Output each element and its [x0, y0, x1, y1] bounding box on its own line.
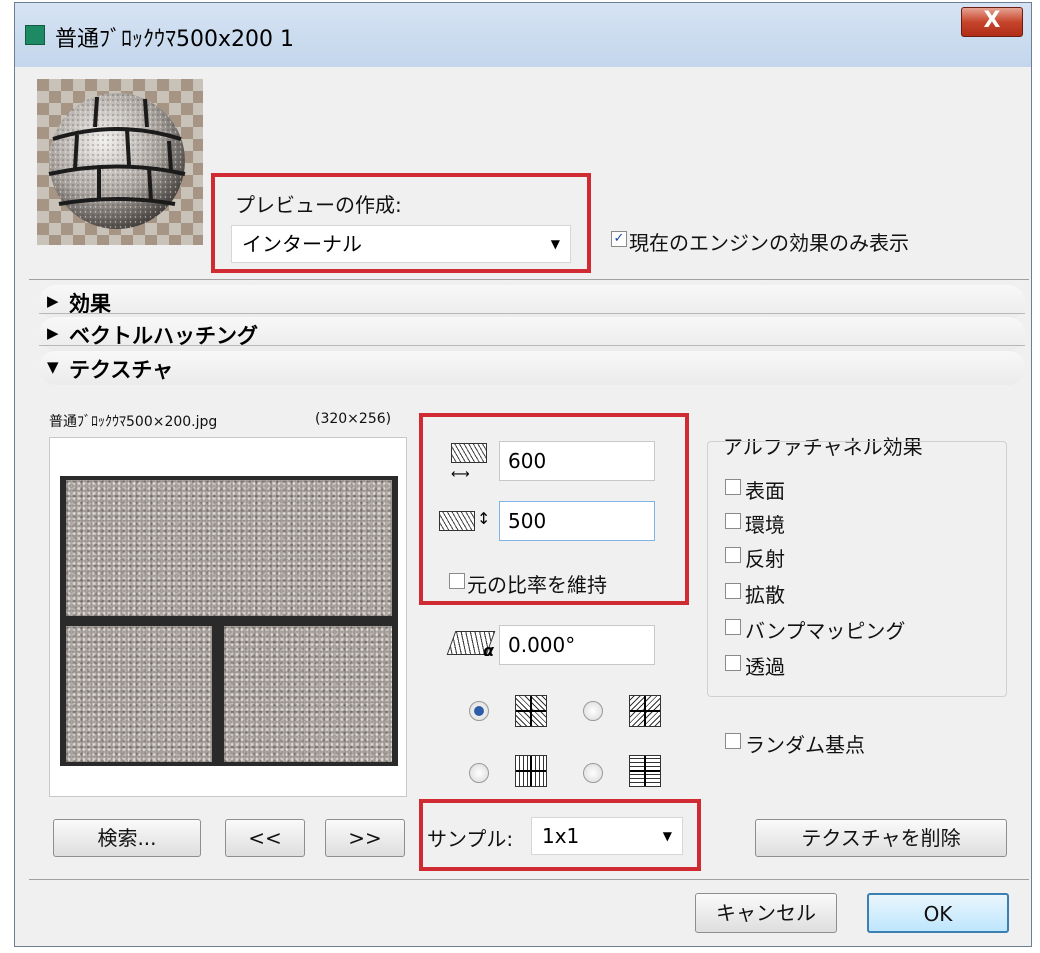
collapse-arrow-icon: ▼	[47, 358, 59, 376]
mirror-none-icon	[515, 695, 547, 727]
alpha-ambient-label: 環境	[745, 513, 785, 537]
sample-label: サンプル:	[427, 827, 514, 851]
current-engine-only-label: 現在のエンジンの効果のみ表示	[629, 231, 909, 255]
mirror-y-icon	[515, 755, 547, 787]
section-texture[interactable]: ▼ テクスチャ	[39, 351, 1025, 385]
mirror-option-2-radio[interactable]	[583, 701, 603, 721]
previous-texture-button[interactable]: <<	[225, 819, 305, 857]
texture-height-icon	[439, 511, 475, 531]
alpha-surface-checkbox[interactable]	[725, 479, 741, 495]
alpha-reflection-label: 反射	[745, 547, 785, 571]
preview-engine-select[interactable]: インターナル ▼	[231, 225, 571, 263]
alpha-diffuse-label: 拡散	[745, 583, 785, 607]
search-texture-button[interactable]: 検索...	[53, 819, 201, 857]
app-icon	[25, 25, 45, 45]
alpha-symbol-icon: α	[483, 641, 494, 660]
delete-texture-button[interactable]: テクスチャを削除	[755, 819, 1007, 857]
alpha-reflection-checkbox[interactable]	[725, 547, 741, 563]
sample-select[interactable]: 1x1 ▼	[531, 817, 683, 855]
alpha-bump-mapping-checkbox[interactable]	[725, 619, 741, 635]
expand-arrow-icon: ▶	[47, 292, 59, 310]
horizontal-arrow-icon: ⟷	[451, 467, 470, 482]
rotation-angle-input[interactable]: 0.000°	[499, 625, 655, 665]
keep-ratio-label: 元の比率を維持	[467, 573, 607, 597]
keep-ratio-checkbox[interactable]	[449, 573, 465, 589]
preview-create-label: プレビューの作成:	[235, 193, 402, 217]
title-bar: 普通ﾌﾞﾛｯｸｳﾏ500x200 1 X	[15, 3, 1031, 67]
alpha-ambient-checkbox[interactable]	[725, 513, 741, 529]
mirror-option-4-radio[interactable]	[583, 763, 603, 783]
texture-width-icon	[451, 443, 487, 463]
alpha-surface-label: 表面	[745, 479, 785, 503]
mirror-option-3-radio[interactable]	[469, 763, 489, 783]
mirror-xy-icon	[629, 755, 661, 787]
expand-arrow-icon: ▶	[47, 324, 59, 342]
chevron-down-icon: ▼	[550, 237, 560, 251]
texture-preview-image	[60, 476, 398, 766]
random-origin-label: ランダム基点	[745, 733, 865, 757]
texture-file-size: (320×256)	[315, 411, 392, 427]
texture-preview-frame	[49, 437, 407, 797]
random-origin-checkbox[interactable]	[725, 733, 741, 749]
close-button[interactable]: X	[961, 7, 1023, 37]
alpha-diffuse-checkbox[interactable]	[725, 583, 741, 599]
divider	[39, 345, 1025, 346]
vertical-arrow-icon: ↕	[477, 509, 491, 528]
texture-file-name: 普通ﾌﾞﾛｯｸｳﾏ500×200.jpg	[49, 414, 218, 430]
mirror-x-icon	[629, 695, 661, 727]
divider	[29, 879, 1029, 880]
divider	[39, 313, 1025, 314]
next-texture-button[interactable]: >>	[325, 819, 405, 857]
alpha-transparency-checkbox[interactable]	[725, 655, 741, 671]
cancel-button[interactable]: キャンセル	[695, 893, 837, 933]
texture-height-input[interactable]: 500	[499, 501, 655, 541]
chevron-down-icon: ▼	[662, 829, 672, 843]
window-title: 普通ﾌﾞﾛｯｸｳﾏ500x200 1	[55, 27, 294, 52]
sample-value: 1x1	[542, 824, 580, 848]
current-engine-only-checkbox[interactable]: ✓	[611, 231, 627, 247]
material-preview-thumbnail	[37, 79, 203, 245]
divider	[29, 279, 1029, 280]
section-texture-label: テクスチャ	[69, 358, 174, 382]
material-settings-dialog: 普通ﾌﾞﾛｯｸｳﾏ500x200 1 X プレビューの作成: インターナル ▼ …	[14, 2, 1032, 947]
alpha-transparency-label: 透過	[745, 655, 785, 679]
texture-width-input[interactable]: 600	[499, 441, 655, 481]
mirror-option-1-radio[interactable]	[469, 701, 489, 721]
ok-button[interactable]: OK	[867, 893, 1009, 933]
alpha-bump-mapping-label: バンプマッピング	[745, 619, 906, 643]
preview-engine-value: インターナル	[242, 232, 362, 256]
